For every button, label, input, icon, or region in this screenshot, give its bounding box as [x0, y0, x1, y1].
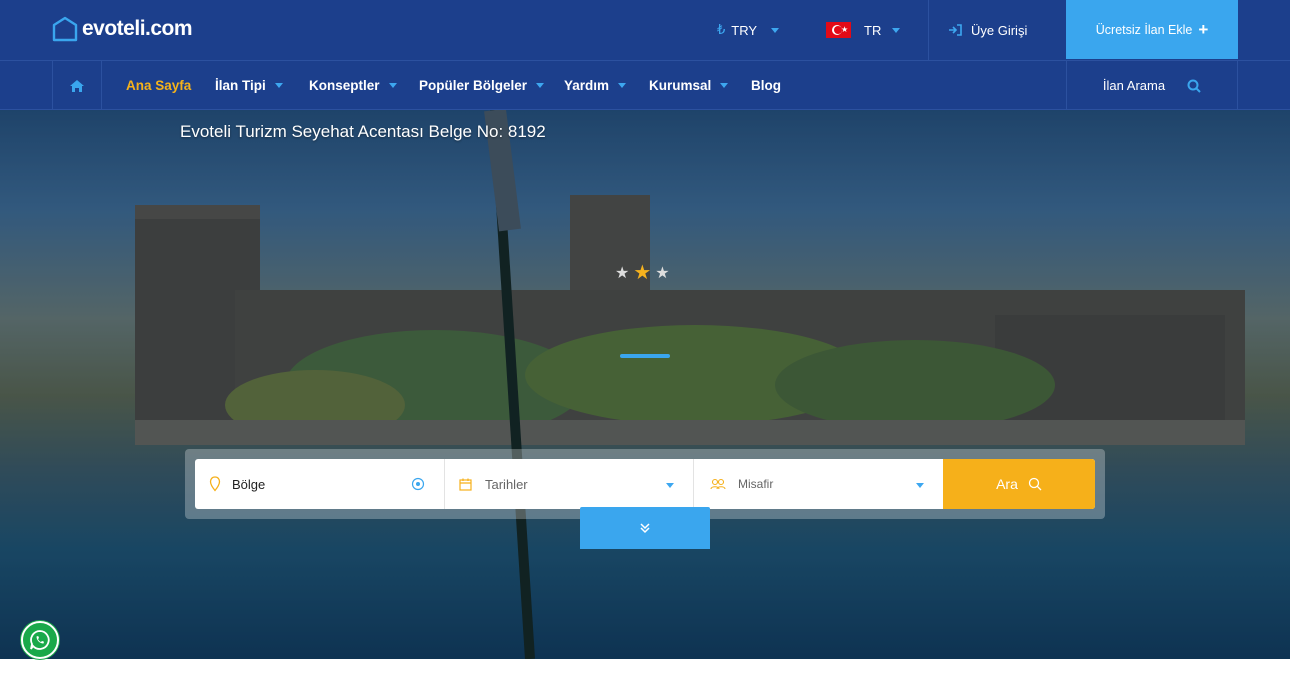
login-link[interactable]: Üye Girişi [948, 0, 1027, 60]
calendar-icon [459, 478, 472, 491]
location-pin-icon [209, 476, 221, 492]
language-label: TR [864, 22, 882, 38]
nav-item-label: Blog [751, 78, 781, 93]
login-label: Üye Girişi [971, 22, 1028, 38]
mast-image [484, 110, 535, 659]
add-listing-button[interactable]: Ücretsiz İlan Ekle + [1066, 0, 1238, 59]
nav-item-concepts[interactable]: Konseptler [309, 61, 397, 110]
nav-item-corporate[interactable]: Kurumsal [649, 61, 729, 110]
listing-search-label: İlan Arama [1102, 78, 1166, 93]
dates-placeholder: Tarihler [485, 476, 528, 492]
nav-item-popular-regions[interactable]: Popüler Bölgeler [419, 61, 545, 110]
chevron-down-icon [388, 83, 397, 88]
logo[interactable]: evoteli.com [52, 16, 193, 42]
nav-item-home[interactable]: Ana Sayfa [126, 61, 191, 110]
chevron-down-icon [618, 83, 627, 88]
search-icon [1028, 477, 1042, 491]
top-bar: evoteli.com ₺ TRY ★ TR Üye Girişi Ücrets… [0, 0, 1290, 60]
nav-item-label: Ana Sayfa [126, 78, 192, 93]
double-chevron-down-icon [640, 523, 650, 534]
search-icon [1187, 79, 1201, 93]
region-field[interactable]: Bölge [195, 459, 445, 509]
divider [928, 0, 929, 60]
whatsapp-button[interactable] [21, 621, 59, 659]
chevron-down-icon [666, 483, 674, 488]
plus-icon: + [1198, 20, 1209, 39]
hero-overlay [0, 110, 1290, 659]
guests-placeholder: Misafir [738, 477, 774, 491]
nav-item-listing-type[interactable]: İlan Tipi [215, 61, 283, 110]
currency-label: TRY [731, 22, 758, 38]
nav-item-help[interactable]: Yardım [564, 61, 627, 110]
star-icon: ★ [633, 262, 652, 284]
lira-icon: ₺ [717, 22, 726, 37]
accent-divider [620, 354, 670, 358]
star-rating: ★ ★ ★ [615, 260, 670, 285]
scroll-down-button[interactable] [580, 507, 710, 549]
nav-item-label: İlan Tipi [215, 78, 266, 93]
star-icon: ★ [615, 264, 630, 282]
chevron-down-icon [771, 27, 780, 33]
home-button[interactable] [52, 61, 102, 110]
dates-field[interactable]: Tarihler [445, 459, 694, 509]
search-button[interactable]: Ara [943, 459, 1095, 509]
locate-icon[interactable] [411, 477, 425, 491]
star-icon: ★ [655, 264, 670, 282]
whatsapp-icon [30, 630, 50, 650]
search-button-label: Ara [996, 476, 1018, 492]
search-form: Bölge Tarihler Misafir Ara [195, 459, 1095, 509]
guests-field[interactable]: Misafir [694, 459, 943, 509]
turkey-flag-icon: ★ [826, 22, 851, 38]
users-icon [710, 478, 726, 490]
logo-text: evoteli.com [82, 17, 193, 40]
agency-license-text: Evoteli Turizm Seyehat Acentası Belge No… [180, 122, 546, 141]
home-icon [70, 79, 84, 92]
region-value: Bölge [232, 476, 266, 492]
sign-in-icon [949, 24, 962, 36]
add-listing-label: Ücretsiz İlan Ekle [1095, 22, 1193, 37]
nav-item-label: Popüler Bölgeler [419, 78, 528, 93]
chevron-down-icon [916, 483, 924, 488]
nav-item-label: Kurumsal [649, 78, 712, 93]
listing-search-button[interactable]: İlan Arama [1066, 61, 1238, 110]
chevron-down-icon [536, 83, 545, 88]
nav-item-label: Konseptler [309, 78, 380, 93]
chevron-down-icon [720, 83, 729, 88]
house-logo-icon [52, 16, 78, 42]
language-selector[interactable]: ★ TR [826, 0, 901, 60]
nav-item-blog[interactable]: Blog [751, 61, 781, 110]
main-nav: Ana Sayfa İlan Tipi Konseptler Popüler B… [0, 60, 1290, 110]
hero-banner: Evoteli Turizm Seyehat Acentası Belge No… [0, 110, 1290, 659]
chevron-down-icon [274, 83, 283, 88]
chevron-down-icon [892, 27, 901, 33]
nav-item-label: Yardım [564, 78, 610, 93]
currency-selector[interactable]: ₺ TRY [717, 0, 780, 60]
